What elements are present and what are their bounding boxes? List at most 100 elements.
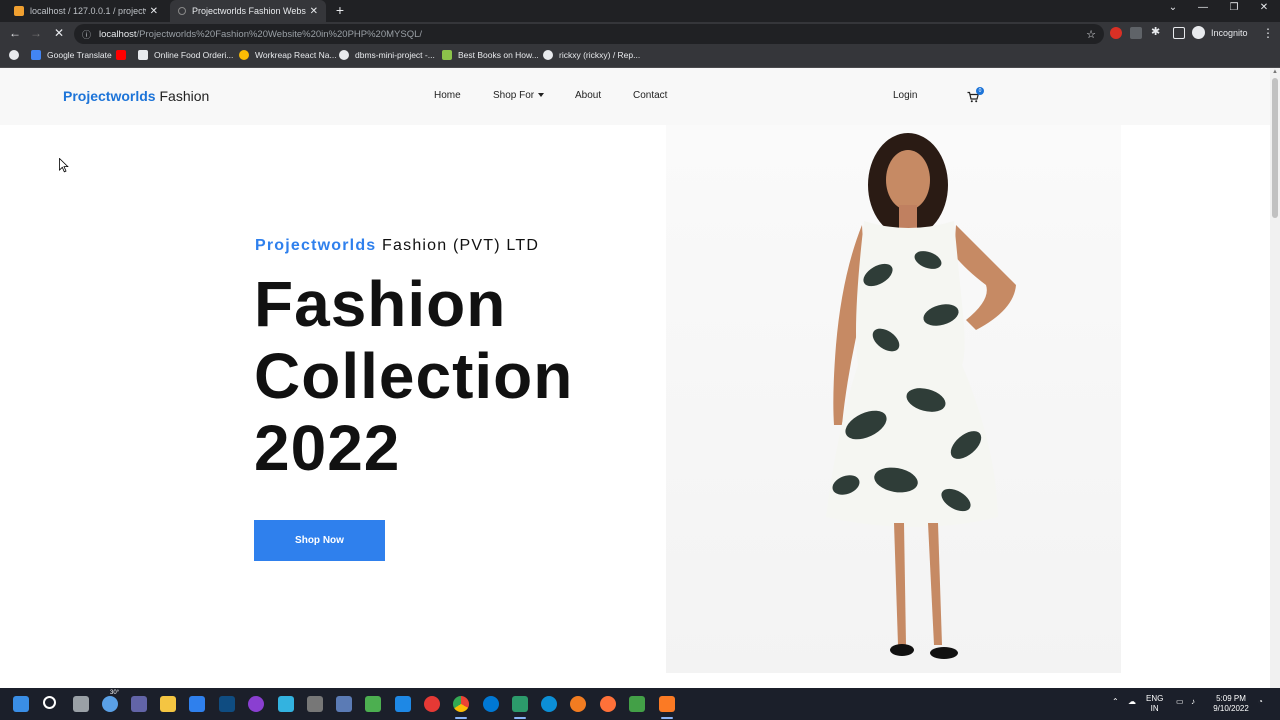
address-bar[interactable]: ⓘ localhost /Projectworlds%20Fashion%20W… bbox=[74, 24, 1104, 44]
tab-title: localhost / 127.0.0.1 / projectwo bbox=[30, 6, 146, 16]
bookmark-dbms[interactable]: dbms-mini-project -... bbox=[339, 50, 435, 60]
bookmark-label: Google Translate bbox=[47, 50, 112, 60]
region-label: IN bbox=[1150, 704, 1159, 713]
hero-subtitle-rest: Fashion (PVT) LTD bbox=[376, 237, 540, 254]
site-info-icon[interactable]: ⓘ bbox=[82, 28, 91, 41]
forward-button[interactable]: → bbox=[28, 26, 44, 40]
url-path: /Projectworlds%20Fashion%20Website%20in%… bbox=[136, 28, 423, 40]
github-bookmark[interactable] bbox=[9, 50, 25, 60]
app-icon[interactable] bbox=[278, 696, 294, 712]
app-icon[interactable] bbox=[219, 696, 235, 712]
app-icon[interactable] bbox=[512, 696, 528, 712]
nav-contact[interactable]: Contact bbox=[633, 90, 667, 101]
extensions-puzzle-icon[interactable]: ✱ bbox=[1151, 25, 1163, 38]
bookmark-google-translate[interactable]: Google Translate bbox=[31, 50, 112, 60]
shop-now-button[interactable]: Shop Now bbox=[254, 520, 385, 561]
bookmark-label: dbms-mini-project -... bbox=[355, 50, 435, 60]
network-icon[interactable]: ▭ bbox=[1176, 697, 1184, 707]
bookmark-label: rickxy (rickxy) / Rep... bbox=[559, 50, 641, 60]
store-icon[interactable] bbox=[189, 696, 205, 712]
google-icon bbox=[239, 50, 249, 60]
app-icon[interactable] bbox=[248, 696, 264, 712]
hero-title-line: Fashion bbox=[254, 268, 507, 340]
tab-title: Projectworlds Fashion Website bbox=[192, 6, 306, 16]
active-app-indicator bbox=[455, 717, 467, 719]
close-tab-icon[interactable]: ✕ bbox=[150, 6, 158, 17]
firefox-icon[interactable] bbox=[600, 696, 616, 712]
scroll-up-arrow-icon[interactable]: ▲ bbox=[1272, 69, 1278, 75]
stop-loading-button[interactable]: ✕ bbox=[51, 26, 67, 40]
side-panel-icon[interactable] bbox=[1173, 27, 1185, 39]
teams-icon[interactable] bbox=[131, 696, 147, 712]
new-tab-button[interactable]: + bbox=[332, 2, 348, 20]
app-icon[interactable] bbox=[570, 696, 586, 712]
site-brand[interactable]: Projectworlds Fashion bbox=[63, 88, 209, 104]
onedrive-icon[interactable]: ☁ bbox=[1128, 697, 1136, 707]
minimize-button[interactable]: — bbox=[1195, 2, 1211, 13]
brand-name: Projectworlds bbox=[63, 88, 156, 104]
phpmyadmin-favicon-icon bbox=[14, 6, 24, 16]
nav-login[interactable]: Login bbox=[893, 90, 917, 101]
hero-title-line: Collection bbox=[254, 340, 574, 412]
github-icon bbox=[339, 50, 349, 60]
bookmark-youtube[interactable] bbox=[116, 50, 132, 60]
app-icon[interactable] bbox=[307, 696, 323, 712]
document-icon bbox=[138, 50, 148, 60]
bookmarks-bar: Google Translate Online Food Orderi... W… bbox=[0, 46, 1280, 68]
task-view-icon[interactable] bbox=[73, 696, 89, 712]
close-window-button[interactable]: ✕ bbox=[1256, 2, 1272, 13]
nav-about[interactable]: About bbox=[575, 90, 601, 101]
language-indicator[interactable]: ENG IN bbox=[1146, 694, 1163, 714]
extension-icon[interactable] bbox=[1130, 27, 1142, 39]
hero-title: Fashion Collection 2022 bbox=[254, 268, 654, 484]
nav-shop-for-label: Shop For bbox=[493, 90, 535, 101]
weather-temperature: 30° bbox=[110, 690, 120, 696]
tab-phpmyadmin[interactable]: localhost / 127.0.0.1 / projectwo ✕ bbox=[6, 0, 166, 22]
mouse-cursor-icon bbox=[59, 158, 69, 173]
github-icon bbox=[9, 50, 19, 60]
extension-icon[interactable] bbox=[1110, 27, 1122, 39]
windows-start-icon[interactable] bbox=[13, 696, 29, 712]
vscode-icon[interactable] bbox=[395, 696, 411, 712]
opera-icon[interactable] bbox=[424, 696, 440, 712]
bookmark-star-icon[interactable]: ☆ bbox=[1086, 28, 1096, 41]
clock[interactable]: 5:09 PM 9/10/2022 bbox=[1210, 694, 1252, 714]
loading-favicon-icon bbox=[178, 7, 186, 15]
weather-icon[interactable] bbox=[102, 696, 118, 712]
incognito-icon bbox=[1192, 26, 1205, 39]
file-explorer-icon[interactable] bbox=[160, 696, 176, 712]
chrome-icon[interactable] bbox=[453, 696, 469, 712]
close-tab-icon[interactable]: ✕ bbox=[310, 6, 318, 17]
edge-icon[interactable] bbox=[541, 696, 557, 712]
bookmark-best-books[interactable]: Best Books on How... bbox=[442, 50, 539, 60]
volume-icon[interactable]: ♪ bbox=[1191, 697, 1195, 707]
nav-home[interactable]: Home bbox=[434, 90, 461, 101]
bookmark-rickxy[interactable]: rickxy (rickxy) / Rep... bbox=[543, 50, 640, 60]
back-button[interactable]: ← bbox=[7, 26, 23, 40]
bookmark-workreap[interactable]: Workreap React Na... bbox=[239, 50, 337, 60]
model-in-floral-dress-image bbox=[826, 133, 1016, 659]
github-icon bbox=[543, 50, 553, 60]
app-icon[interactable] bbox=[483, 696, 499, 712]
restore-button[interactable]: ❐ bbox=[1226, 2, 1242, 13]
browser-menu-icon[interactable]: ⋮ bbox=[1262, 26, 1274, 40]
hero-subtitle-brand: Projectworlds bbox=[255, 237, 377, 254]
bookmark-online-food[interactable]: Online Food Orderi... bbox=[138, 50, 233, 60]
nav-shop-for-dropdown[interactable]: Shop For bbox=[493, 90, 545, 101]
incognito-indicator[interactable]: Incognito bbox=[1192, 26, 1248, 39]
url-host: localhost bbox=[99, 28, 137, 40]
scrollbar-thumb[interactable] bbox=[1272, 78, 1278, 218]
app-icon[interactable] bbox=[365, 696, 381, 712]
browser-tab-strip: localhost / 127.0.0.1 / projectwo ✕ Proj… bbox=[0, 0, 1280, 22]
xampp-icon[interactable] bbox=[659, 696, 675, 712]
hero-title-line: 2022 bbox=[254, 412, 401, 484]
search-icon[interactable] bbox=[43, 696, 56, 709]
app-icon[interactable] bbox=[336, 696, 352, 712]
page-scrollbar[interactable]: ▲ bbox=[1270, 68, 1280, 688]
app-icon[interactable] bbox=[629, 696, 645, 712]
cart-count-badge: 0 bbox=[976, 87, 984, 95]
tray-overflow-icon[interactable]: ⌃ bbox=[1112, 697, 1119, 707]
tab-fashion-website[interactable]: Projectworlds Fashion Website ✕ bbox=[170, 0, 326, 22]
tab-search-icon[interactable]: ⌄ bbox=[1165, 2, 1181, 13]
notifications-icon[interactable]: ◔ bbox=[1258, 697, 1263, 707]
